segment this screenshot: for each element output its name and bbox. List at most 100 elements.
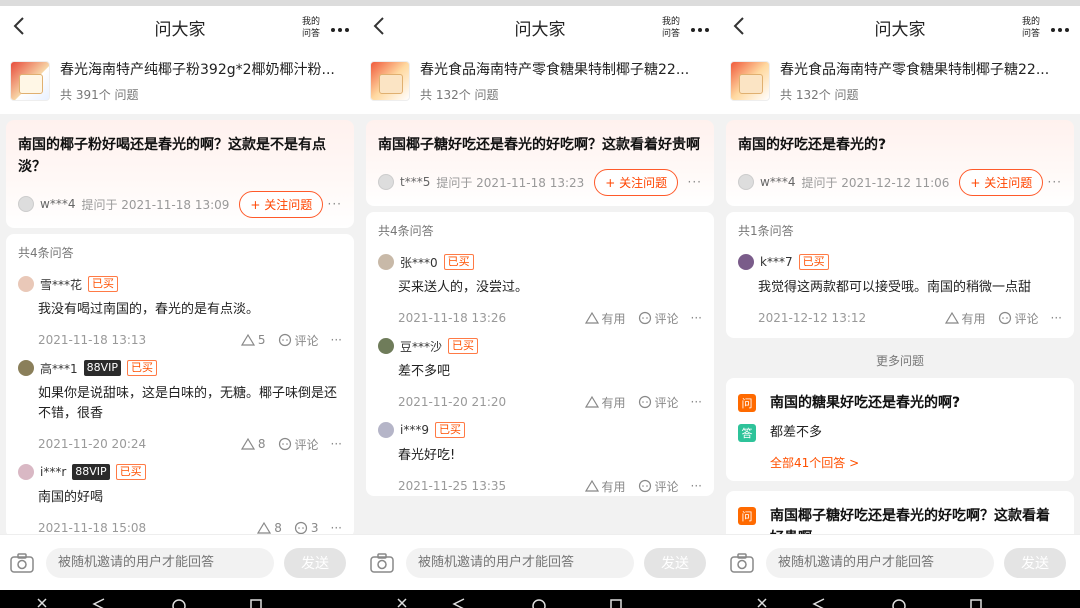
bought-badge: 已买 [443, 254, 474, 270]
asked-time: 提问于 2021-12-12 11:06 [801, 175, 950, 190]
reply-bar: 发送 [0, 534, 360, 590]
speech-bubble-icon [278, 333, 291, 347]
answer-avatar [378, 338, 394, 354]
follow-question-button[interactable]: + 关注问题 [594, 168, 679, 196]
product-summary[interactable]: 春光食品海南特产零食糖果特制椰子糖22... 共 132个 问题 [720, 48, 1080, 114]
more-ellipsis-icon[interactable] [330, 20, 350, 32]
send-button[interactable]: 发送 [1004, 547, 1066, 578]
follow-question-button[interactable]: + 关注问题 [959, 168, 1044, 196]
triangle-up-icon [584, 311, 599, 324]
comment-button[interactable]: 评论 [638, 394, 679, 411]
like-button[interactable]: 有用 [584, 310, 626, 327]
camera-icon[interactable] [10, 552, 34, 573]
question-card: 南国的椰子粉好喝还是春光的啊？这款是不是有点淡？ w***4 提问于 2021-… [6, 120, 354, 228]
answer-more-icon[interactable]: ··· [331, 333, 342, 347]
like-button[interactable]: 有用 [584, 478, 626, 495]
nav-group-2 [360, 590, 720, 608]
asker-name: w***4 [760, 175, 796, 189]
asker-avatar [738, 174, 754, 190]
my-qa-link[interactable]: 我的 问答 [660, 16, 682, 40]
like-button[interactable]: 有用 [944, 310, 986, 327]
screen-panel-2: 问大家 我的 问答 春光食品海南特产零食糖果特制椰子糖22... 共 132个 问… [360, 0, 720, 590]
more-question-card[interactable]: 问 南国的糖果好吃还是春光的啊? 答 都差不多 全部41个回答 > [726, 378, 1074, 481]
back-chevron-icon[interactable] [12, 16, 28, 36]
answer-more-icon[interactable]: ··· [1051, 311, 1062, 325]
answer-more-icon[interactable]: ··· [691, 479, 702, 493]
speech-bubble-icon [998, 311, 1011, 325]
camera-icon[interactable] [730, 552, 754, 573]
comment-button[interactable]: 评论 [998, 310, 1039, 327]
reply-input[interactable] [766, 547, 994, 578]
answer-more-icon[interactable]: ··· [691, 311, 702, 325]
answer-text: 我没有喝过南国的，春光的是有点淡。 [38, 302, 260, 317]
question-text: 南国的椰子粉好喝还是春光的啊？这款是不是有点淡？ [18, 137, 326, 175]
question-more-icon[interactable]: ··· [328, 197, 342, 211]
reply-input[interactable] [406, 547, 634, 578]
like-button[interactable]: 8 [240, 437, 266, 451]
reply-input[interactable] [46, 547, 274, 578]
answer-tag: 答 [738, 424, 756, 442]
close-icon[interactable] [36, 598, 48, 608]
asked-time: 提问于 2021-11-18 13:23 [436, 175, 585, 190]
bought-badge: 已买 [798, 254, 829, 270]
answer-more-icon[interactable]: ··· [691, 395, 702, 409]
answer-text: 如果你是说甜味，这是白味的，无糖。椰子味倒是还不错，很香 [38, 386, 338, 421]
back-chevron-icon[interactable] [372, 16, 388, 36]
comment-button[interactable]: 评论 [278, 436, 319, 453]
like-button[interactable]: 5 [240, 333, 266, 347]
answer-date: 2021-11-18 13:13 [38, 333, 147, 347]
more-question-text: 南国的糖果好吃还是春光的啊? [770, 395, 961, 411]
screen-panel-1: 问大家 我的 问答 春光海南特产纯椰子粉392g*2椰奶椰汁粉... 共 391个… [0, 0, 360, 590]
camera-icon[interactable] [370, 552, 394, 573]
back-triangle-icon[interactable] [812, 598, 826, 608]
like-label: 有用 [601, 311, 626, 326]
question-more-icon[interactable]: ··· [1048, 175, 1062, 189]
my-qa-link[interactable]: 我的 问答 [300, 16, 322, 40]
answer-item: 豆***沙 已买 差不多吧 2021-11-20 21:20 有用 评论 ··· [378, 328, 702, 412]
answer-date: 2021-11-18 13:26 [398, 311, 507, 325]
home-circle-icon[interactable] [172, 598, 186, 608]
answer-more-icon[interactable]: ··· [331, 521, 342, 535]
page-header: 问大家 我的 问答 [720, 6, 1080, 48]
my-qa-link[interactable]: 我的 问答 [1020, 16, 1042, 40]
home-circle-icon[interactable] [892, 598, 906, 608]
follow-question-button[interactable]: + 关注问题 [239, 190, 324, 218]
product-thumbnail [370, 61, 410, 101]
question-text: 南国的好吃还是春光的? [738, 137, 887, 153]
answer-user: 雪***花 [40, 277, 83, 292]
asked-time: 提问于 2021-11-18 13:09 [81, 197, 230, 212]
back-chevron-icon[interactable] [732, 16, 748, 36]
answer-more-icon[interactable]: ··· [331, 437, 342, 451]
answers-card: 共4条问答 雪***花 已买 我没有喝过南国的，春光的是有点淡。 2021-11… [6, 234, 354, 538]
product-summary[interactable]: 春光海南特产纯椰子粉392g*2椰奶椰汁粉... 共 391个 问题 [0, 48, 360, 114]
product-summary[interactable]: 春光食品海南特产零食糖果特制椰子糖22... 共 132个 问题 [360, 48, 720, 114]
send-button[interactable]: 发送 [284, 547, 346, 578]
more-ellipsis-icon[interactable] [690, 20, 710, 32]
comment-button[interactable]: 3 [294, 521, 319, 535]
like-count: 5 [257, 333, 266, 347]
home-circle-icon[interactable] [532, 598, 546, 608]
like-button[interactable]: 有用 [584, 394, 626, 411]
like-button[interactable]: 8 [257, 521, 282, 535]
comment-button[interactable]: 评论 [638, 310, 679, 327]
all-answers-link[interactable]: 全部41个回答 > [770, 454, 1062, 471]
comment-label: 评论 [654, 311, 679, 326]
more-ellipsis-icon[interactable] [1050, 20, 1070, 32]
close-icon[interactable] [756, 598, 768, 608]
page-header: 问大家 我的 问答 [360, 6, 720, 48]
close-icon[interactable] [396, 598, 408, 608]
recents-square-icon[interactable] [610, 598, 622, 608]
send-button[interactable]: 发送 [644, 547, 706, 578]
recents-square-icon[interactable] [250, 598, 262, 608]
recents-square-icon[interactable] [970, 598, 982, 608]
answers-count: 共1条问答 [738, 224, 794, 238]
asker-avatar [378, 174, 394, 190]
page-title: 问大家 [874, 19, 926, 40]
back-triangle-icon[interactable] [92, 598, 106, 608]
comment-button[interactable]: 评论 [278, 332, 319, 349]
question-more-icon[interactable]: ··· [688, 175, 702, 189]
comment-button[interactable]: 评论 [638, 478, 679, 495]
comment-label: 评论 [294, 333, 319, 348]
back-triangle-icon[interactable] [452, 598, 466, 608]
answer-date: 2021-11-20 20:24 [38, 437, 147, 451]
